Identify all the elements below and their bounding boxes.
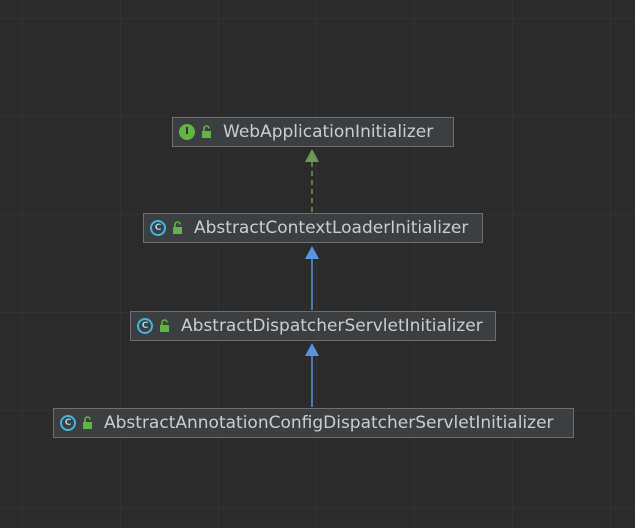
public-lock-icon xyxy=(173,221,182,234)
class-icon: C xyxy=(60,415,76,431)
node-abstract-dispatcher-servlet-initializer[interactable]: C AbstractDispatcherServletInitializer xyxy=(130,311,496,341)
extends-arrowhead xyxy=(305,343,319,356)
public-lock-icon xyxy=(83,416,92,429)
interface-icon: I xyxy=(179,124,195,140)
public-lock-icon xyxy=(160,319,169,332)
public-lock-icon xyxy=(202,125,211,138)
implements-arrowhead xyxy=(305,149,319,162)
node-label: AbstractContextLoaderInitializer xyxy=(194,218,469,238)
class-icon: C xyxy=(150,220,166,236)
node-label: WebApplicationInitializer xyxy=(223,122,434,142)
node-abstract-context-loader-initializer[interactable]: C AbstractContextLoaderInitializer xyxy=(143,213,483,243)
extends-arrowhead xyxy=(305,246,319,259)
node-label: AbstractAnnotationConfigDispatcherServle… xyxy=(104,413,554,433)
node-web-application-initializer[interactable]: I WebApplicationInitializer xyxy=(172,117,454,147)
node-label: AbstractDispatcherServletInitializer xyxy=(181,316,483,336)
inheritance-edges xyxy=(305,149,319,407)
class-icon: C xyxy=(137,318,153,334)
node-abstract-annotation-config-dispatcher-servlet-initializer[interactable]: C AbstractAnnotationConfigDispatcherServ… xyxy=(53,408,574,438)
